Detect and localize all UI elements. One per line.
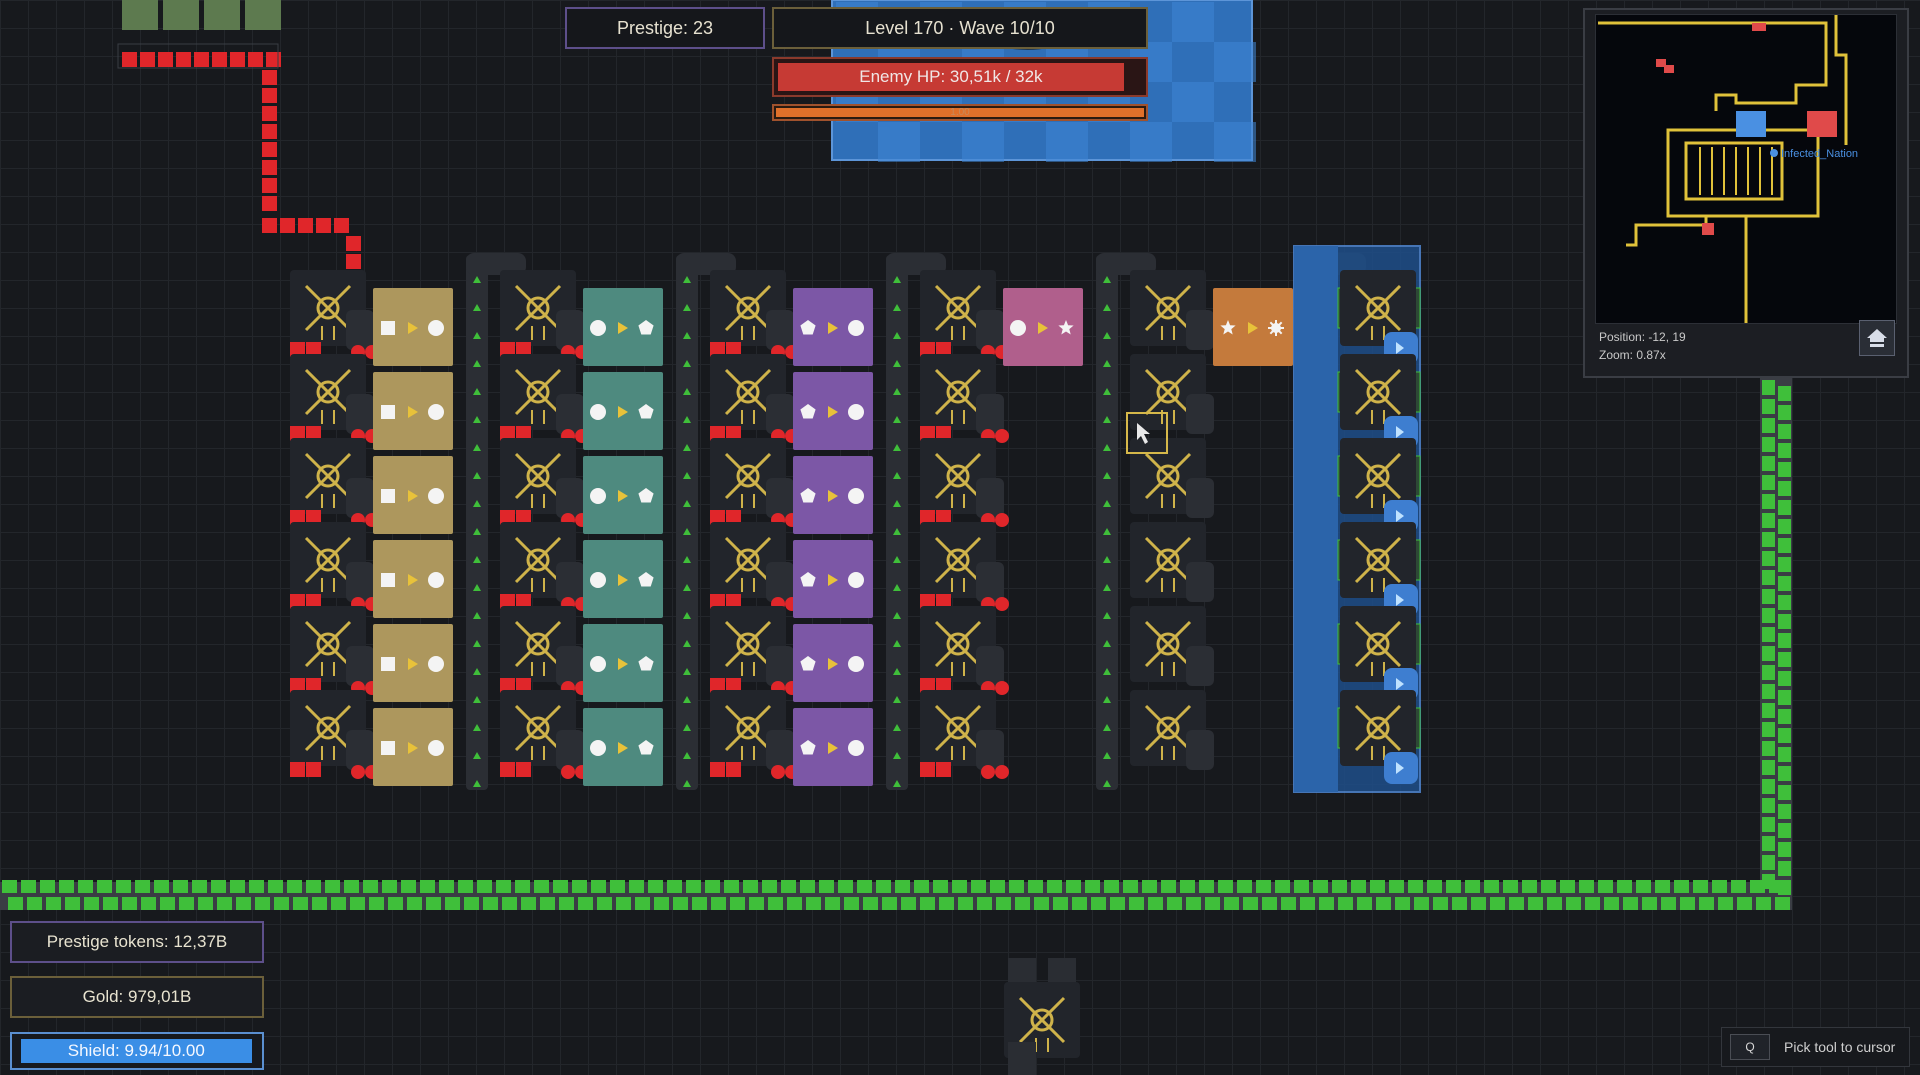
gold-label: Gold: 979,01B	[82, 987, 192, 1006]
bottom-turret[interactable]	[1002, 958, 1082, 1075]
prestige-level-box: Prestige: 23	[565, 7, 765, 49]
enemy-unit	[262, 218, 277, 233]
enemy-unit	[266, 52, 281, 67]
enemy-unit	[280, 218, 295, 233]
enemy-unit	[262, 106, 277, 121]
gold-panel: Gold: 979,01B	[10, 976, 264, 1018]
tool-hint[interactable]: Q Pick tool to cursor	[1721, 1027, 1910, 1067]
home-button[interactable]	[1859, 320, 1895, 356]
shield-fill: Shield: 9.94/10.00	[21, 1039, 252, 1063]
minimap-player-label: Infected_Nation	[1781, 148, 1858, 160]
minimap-view[interactable]: Infected_Nation	[1595, 14, 1897, 324]
enemy-unit	[248, 52, 263, 67]
enemy-unit	[298, 218, 313, 233]
factory-grid[interactable]	[288, 253, 1366, 790]
enemy-unit	[262, 88, 277, 103]
wave-progress-bar: 1.00	[772, 104, 1148, 121]
shield-bar: Shield: 9.94/10.00	[10, 1032, 264, 1070]
enemy-path	[117, 43, 361, 287]
enemy-unit	[212, 52, 227, 67]
enemy-unit	[262, 142, 277, 157]
enemy-unit	[176, 52, 191, 67]
top-left-buildings[interactable]	[122, 0, 281, 30]
minimap-position: Position: -12, 19	[1599, 330, 1686, 344]
enemy-unit	[194, 52, 209, 67]
enemy-unit	[346, 236, 361, 251]
enemy-unit	[158, 52, 173, 67]
tool-hint-label: Pick tool to cursor	[1784, 1039, 1896, 1055]
level-wave-box: Level 170 · Wave 10/10	[772, 7, 1148, 49]
enemy-unit	[334, 218, 349, 233]
wave-progress-label: 1.00	[950, 107, 970, 118]
enemy-hp-fill: Enemy HP: 30,51k / 32k	[778, 63, 1124, 91]
minimap-panel[interactable]: Infected_Nation Position: -12, 19 Zoom: …	[1583, 8, 1909, 378]
prestige-tokens-label: Prestige tokens: 12,37B	[46, 932, 228, 951]
enemy-unit	[316, 218, 331, 233]
enemy-unit	[230, 52, 245, 67]
shield-label: Shield: 9.94/10.00	[67, 1041, 205, 1060]
enemy-hp-bar: Enemy HP: 30,51k / 32k	[772, 57, 1148, 97]
enemy-unit	[262, 124, 277, 139]
prestige-tokens-panel: Prestige tokens: 12,37B	[10, 921, 264, 963]
level-wave-label: Level 170 · Wave 10/10	[865, 17, 1055, 38]
wave-progress-fill: 1.00	[776, 107, 1144, 118]
enemy-unit	[262, 196, 277, 211]
enemy-unit	[262, 178, 277, 193]
enemy-unit	[140, 52, 155, 67]
prestige-label: Prestige: 23	[616, 17, 714, 38]
minimap-zoom: Zoom: 0.87x	[1599, 348, 1666, 362]
hotkey-q: Q	[1730, 1034, 1770, 1060]
enemy-unit	[346, 254, 361, 269]
enemy-hp-label: Enemy HP: 30,51k / 32k	[859, 67, 1043, 86]
home-icon	[1867, 329, 1887, 347]
enemy-unit	[262, 70, 277, 85]
enemy-unit	[122, 52, 137, 67]
enemy-unit	[262, 160, 277, 175]
